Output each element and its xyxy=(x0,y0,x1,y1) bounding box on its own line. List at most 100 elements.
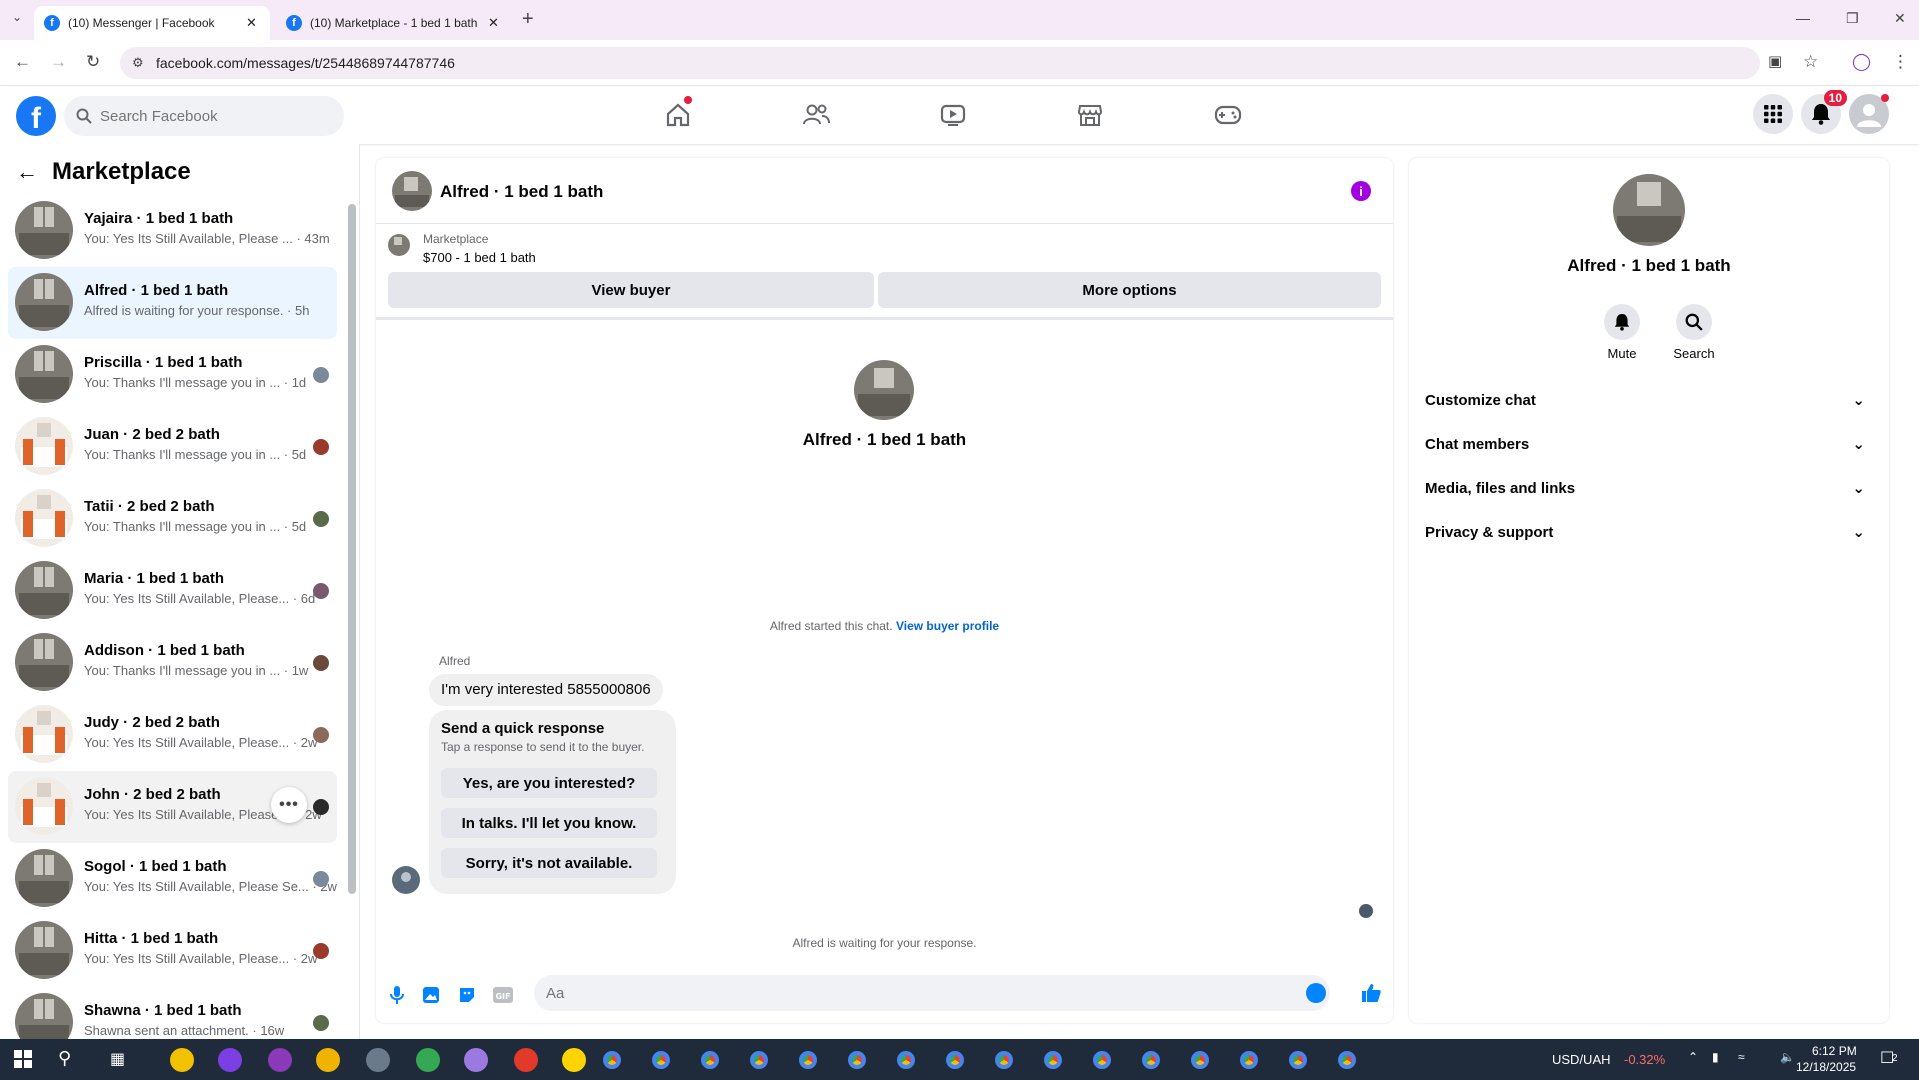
tray-chevron-icon[interactable]: ⌃ xyxy=(1688,1050,1698,1064)
details-avatar[interactable] xyxy=(1613,174,1685,246)
chrome-app-icon[interactable] xyxy=(1335,1048,1359,1072)
reload-icon[interactable]: ↻ xyxy=(86,52,100,72)
conversation-item[interactable]: Hitta · 1 bed 1 bath You: Yes Its Still A… xyxy=(8,915,337,987)
chrome-app-icon[interactable] xyxy=(1041,1048,1065,1072)
more-options-icon[interactable]: ••• xyxy=(271,787,307,823)
wifi-icon[interactable]: ≈ xyxy=(1738,1050,1745,1064)
notifications-button[interactable]: 10 xyxy=(1801,90,1847,134)
media-files-links-section[interactable]: Media, files and links ⌄ xyxy=(1425,468,1873,508)
menu-kebab-icon[interactable]: ⋮ xyxy=(1892,52,1909,72)
chrome-app-icon[interactable] xyxy=(1090,1048,1114,1072)
conversation-item[interactable]: Alfred · 1 bed 1 bath Alfred is waiting f… xyxy=(8,267,337,339)
mute-action[interactable]: Mute xyxy=(1592,304,1652,361)
windows-start-icon[interactable] xyxy=(14,1050,32,1068)
search-icon[interactable]: ⚲ xyxy=(58,1048,71,1069)
install-app-icon[interactable]: ▣ xyxy=(1768,52,1782,70)
chrome-app-icon[interactable] xyxy=(747,1048,771,1072)
chrome-app-icon[interactable] xyxy=(1237,1048,1261,1072)
conversation-item[interactable]: John · 2 bed 2 bath You: Yes Its Still Av… xyxy=(8,771,337,843)
task-view-icon[interactable]: ▦ xyxy=(110,1049,125,1069)
search-input[interactable] xyxy=(100,107,320,125)
conversation-item[interactable]: Addison · 1 bed 1 bath You: Thanks I'll m… xyxy=(8,627,337,699)
clock-date[interactable]: 12/18/2025 xyxy=(1796,1060,1856,1074)
conversation-item[interactable]: Sogol · 1 bed 1 bath You: Yes Its Still A… xyxy=(8,843,337,915)
quick-reply-button[interactable]: In talks. I'll let you know. xyxy=(441,808,657,838)
info-icon[interactable]: i xyxy=(1351,181,1371,201)
nav-marketplace[interactable] xyxy=(1072,100,1108,130)
chrome-app-icon[interactable] xyxy=(1139,1048,1163,1072)
chrome-app-icon[interactable] xyxy=(943,1048,967,1072)
taskbar-app-icon[interactable] xyxy=(316,1048,340,1072)
buyer-avatar-large[interactable] xyxy=(854,360,914,420)
taskbar-app-icon[interactable] xyxy=(416,1048,440,1072)
customize-chat-section[interactable]: Customize chat ⌄ xyxy=(1425,380,1873,420)
chrome-app-icon[interactable] xyxy=(649,1048,673,1072)
view-buyer-profile-link[interactable]: View buyer profile xyxy=(896,619,999,633)
chat-avatar[interactable] xyxy=(392,171,432,211)
tab-messenger[interactable]: f (10) Messenger | Facebook ✕ xyxy=(34,6,270,40)
quick-reply-button[interactable]: Yes, are you interested? xyxy=(441,768,657,798)
facebook-logo[interactable]: f xyxy=(16,96,56,136)
search-box[interactable] xyxy=(64,96,344,136)
taskbar-app-icon[interactable] xyxy=(268,1048,292,1072)
chrome-app-icon[interactable] xyxy=(992,1048,1016,1072)
privacy-support-section[interactable]: Privacy & support ⌄ xyxy=(1425,512,1873,552)
minimize-icon[interactable]: — xyxy=(1796,10,1810,26)
conversation-item[interactable]: Yajaira · 1 bed 1 bath You: Yes Its Still… xyxy=(8,195,337,267)
sender-avatar[interactable] xyxy=(392,866,420,894)
nav-watch[interactable] xyxy=(935,100,971,130)
chrome-app-icon[interactable] xyxy=(845,1048,869,1072)
taskbar-app-icon[interactable] xyxy=(514,1048,538,1072)
more-options-button[interactable]: More options xyxy=(878,272,1381,308)
url-field[interactable]: ⚙ facebook.com/messages/t/25448689744787… xyxy=(120,47,1760,79)
close-window-icon[interactable]: ✕ xyxy=(1894,10,1906,27)
conversation-item[interactable]: Tatii · 2 bed 2 bath You: Thanks I'll mes… xyxy=(8,483,337,555)
search-action[interactable]: Search xyxy=(1664,304,1724,361)
account-avatar[interactable] xyxy=(1849,94,1889,134)
chat-members-section[interactable]: Chat members ⌄ xyxy=(1425,424,1873,464)
gif-icon[interactable]: GIF xyxy=(492,984,514,1006)
forward-icon[interactable]: → xyxy=(50,52,67,72)
profile-icon[interactable]: ◯ xyxy=(1852,52,1871,72)
site-info-icon[interactable]: ⚙ xyxy=(132,55,144,71)
chrome-app-icon[interactable] xyxy=(600,1048,624,1072)
chrome-app-icon[interactable] xyxy=(894,1048,918,1072)
quick-reply-button[interactable]: Sorry, it's not available. xyxy=(441,848,657,878)
conversation-item[interactable]: Judy · 2 bed 2 bath You: Yes Its Still Av… xyxy=(8,699,337,771)
message-bubble[interactable]: I'm very interested 5855000806 xyxy=(429,674,663,706)
chrome-app-icon[interactable] xyxy=(1286,1048,1310,1072)
chat-title[interactable]: Alfred · 1 bed 1 bath xyxy=(440,182,603,202)
chrome-app-icon[interactable] xyxy=(1188,1048,1212,1072)
currency-pair[interactable]: USD/UAH xyxy=(1552,1052,1611,1067)
taskbar-app-icon[interactable] xyxy=(464,1048,488,1072)
sidebar-scrollbar[interactable] xyxy=(348,204,356,894)
tab-marketplace[interactable]: f (10) Marketplace - 1 bed 1 bath ✕ xyxy=(276,6,512,40)
menu-button[interactable] xyxy=(1753,94,1793,134)
bookmark-star-icon[interactable]: ☆ xyxy=(1803,52,1818,72)
close-icon[interactable]: ✕ xyxy=(246,15,257,31)
message-input[interactable] xyxy=(534,975,1330,1011)
listing-title[interactable]: $700 - 1 bed 1 bath xyxy=(423,250,536,265)
photo-icon[interactable] xyxy=(420,984,442,1006)
nav-home[interactable] xyxy=(660,96,696,130)
battery-icon[interactable]: ▮ xyxy=(1712,1050,1719,1064)
taskbar-app-icon[interactable] xyxy=(562,1048,586,1072)
nav-friends[interactable] xyxy=(798,100,834,130)
chrome-app-icon[interactable] xyxy=(698,1048,722,1072)
new-tab-icon[interactable]: + xyxy=(522,8,534,31)
taskbar-app-icon[interactable] xyxy=(170,1048,194,1072)
chrome-app-icon[interactable] xyxy=(796,1048,820,1072)
conversation-item[interactable]: Shawna · 1 bed 1 bath Shawna sent an atta… xyxy=(8,987,337,1039)
back-arrow-icon[interactable]: ← xyxy=(16,159,38,185)
emoji-icon[interactable] xyxy=(1306,983,1326,1003)
conversation-item[interactable]: Maria · 1 bed 1 bath You: Yes Its Still A… xyxy=(8,555,337,627)
clock-time[interactable]: 6:12 PM xyxy=(1812,1044,1857,1058)
nav-gaming[interactable] xyxy=(1210,100,1246,130)
view-buyer-button[interactable]: View buyer xyxy=(388,272,874,308)
taskbar-app-icon[interactable] xyxy=(366,1048,390,1072)
close-icon[interactable]: ✕ xyxy=(488,15,499,31)
restore-icon[interactable]: ❐ xyxy=(1846,10,1859,27)
conversation-item[interactable]: Juan · 2 bed 2 bath You: Thanks I'll mess… xyxy=(8,411,337,483)
sticker-icon[interactable] xyxy=(456,984,478,1006)
conversation-item[interactable]: Priscilla · 1 bed 1 bath You: Thanks I'll… xyxy=(8,339,337,411)
